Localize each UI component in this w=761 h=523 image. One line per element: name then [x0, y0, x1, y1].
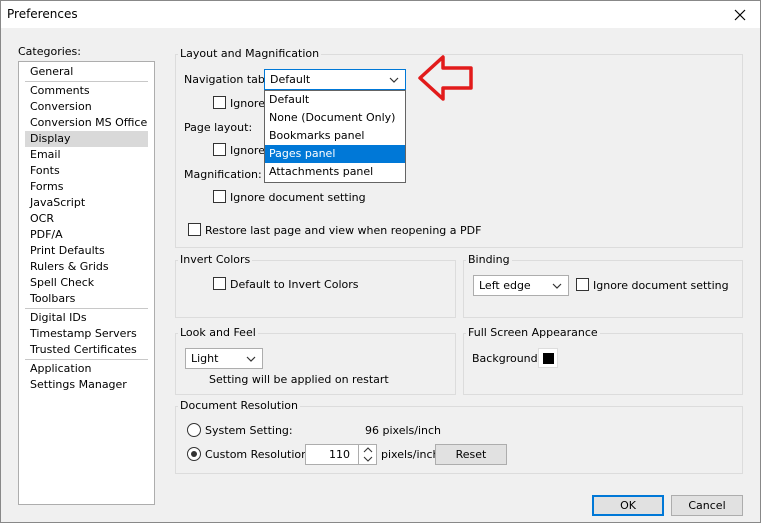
- invert-colors-checkbox[interactable]: [213, 277, 226, 290]
- background-color-swatch[interactable]: [538, 348, 558, 368]
- binding-ignore-checkbox[interactable]: [576, 278, 589, 291]
- ignore-nav-checkbox[interactable]: [213, 96, 226, 109]
- invert-colors-title: Invert Colors: [178, 253, 253, 266]
- restore-view-label: Restore last page and view when reopenin…: [205, 224, 482, 237]
- category-javascript[interactable]: JavaScript: [25, 195, 148, 211]
- ignore-magnification-checkbox[interactable]: [213, 190, 226, 203]
- category-trusted-certificates[interactable]: Trusted Certificates: [25, 342, 148, 358]
- category-comments[interactable]: Comments: [25, 83, 148, 99]
- binding-value: Left edge: [479, 279, 531, 292]
- layout-magnification-title: Layout and Magnification: [178, 47, 322, 60]
- red-arrow-icon: [418, 55, 473, 101]
- navigation-tab-value: Default: [270, 73, 311, 86]
- ignore-page-layout-checkbox[interactable]: [213, 143, 226, 156]
- dropdown-option-none[interactable]: None (Document Only): [265, 109, 405, 127]
- custom-resolution-label: Custom Resolution:: [205, 448, 312, 461]
- cancel-button[interactable]: Cancel: [671, 495, 743, 516]
- custom-resolution-radio[interactable]: [187, 447, 201, 461]
- document-resolution-title: Document Resolution: [178, 399, 300, 412]
- categories-label: Categories:: [18, 45, 81, 58]
- custom-resolution-value: 110: [329, 448, 350, 461]
- category-conversion[interactable]: Conversion: [25, 99, 148, 115]
- categories-list[interactable]: General Comments Conversion Conversion M…: [18, 61, 155, 505]
- ignore-magnification-label: Ignore document setting: [230, 191, 366, 204]
- navigation-tab-select[interactable]: Default: [264, 69, 406, 90]
- dropdown-option-pages[interactable]: Pages panel: [265, 145, 405, 163]
- system-setting-radio[interactable]: [187, 423, 201, 437]
- category-forms[interactable]: Forms: [25, 179, 148, 195]
- category-general[interactable]: General: [25, 64, 148, 80]
- category-timestamp-servers[interactable]: Timestamp Servers: [25, 326, 148, 342]
- restart-note: Setting will be applied on restart: [209, 373, 389, 386]
- preferences-window: Preferences Categories: General Comments…: [0, 0, 761, 523]
- category-pdfa[interactable]: PDF/A: [25, 227, 148, 243]
- category-separator: [25, 308, 148, 309]
- binding-select[interactable]: Left edge: [473, 275, 569, 296]
- look-feel-value: Light: [191, 352, 219, 365]
- ignore-page-layout-label: Ignore: [230, 144, 265, 157]
- invert-colors-label: Default to Invert Colors: [230, 278, 359, 291]
- reset-button[interactable]: Reset: [435, 444, 507, 465]
- navigation-tab-label: Navigation tab:: [184, 73, 269, 86]
- page-layout-label: Page layout:: [184, 121, 253, 134]
- category-rulers-grids[interactable]: Rulers & Grids: [25, 259, 148, 275]
- category-print-defaults[interactable]: Print Defaults: [25, 243, 148, 259]
- system-setting-value: 96 pixels/inch: [365, 424, 442, 437]
- ok-button[interactable]: OK: [592, 495, 664, 516]
- resolution-unit: pixels/inch: [381, 448, 440, 461]
- ignore-nav-label: Ignore: [230, 97, 265, 110]
- chevron-down-icon: [552, 283, 562, 289]
- dropdown-option-bookmarks[interactable]: Bookmarks panel: [265, 127, 405, 145]
- full-screen-title: Full Screen Appearance: [466, 326, 600, 339]
- binding-title: Binding: [466, 253, 512, 266]
- restore-view-checkbox[interactable]: [188, 223, 201, 236]
- background-label: Background:: [472, 352, 542, 365]
- binding-ignore-label: Ignore document setting: [593, 279, 729, 292]
- category-settings-manager[interactable]: Settings Manager: [25, 377, 148, 393]
- magnification-label: Magnification:: [184, 168, 262, 181]
- window-title: Preferences: [7, 7, 78, 21]
- category-display[interactable]: Display: [25, 131, 148, 147]
- look-feel-select[interactable]: Light: [185, 348, 263, 369]
- category-ocr[interactable]: OCR: [25, 211, 148, 227]
- dropdown-option-attachments[interactable]: Attachments panel: [265, 163, 405, 181]
- look-feel-title: Look and Feel: [178, 326, 258, 339]
- chevron-down-icon: [389, 77, 399, 83]
- custom-resolution-spinner[interactable]: 110: [305, 444, 377, 465]
- category-toolbars[interactable]: Toolbars: [25, 291, 148, 307]
- spin-arrows-icon: [363, 447, 373, 462]
- close-icon: [734, 9, 746, 20]
- chevron-down-icon: [246, 356, 256, 362]
- navigation-tab-dropdown[interactable]: Default None (Document Only) Bookmarks p…: [264, 90, 406, 183]
- category-spell-check[interactable]: Spell Check: [25, 275, 148, 291]
- system-setting-label: System Setting:: [205, 424, 293, 437]
- category-separator: [25, 359, 148, 360]
- close-button[interactable]: [720, 1, 760, 28]
- category-email[interactable]: Email: [25, 147, 148, 163]
- dropdown-option-default[interactable]: Default: [265, 91, 405, 109]
- category-conversion-ms-office[interactable]: Conversion MS Office: [25, 115, 148, 131]
- category-digital-ids[interactable]: Digital IDs: [25, 310, 148, 326]
- title-bar: Preferences: [1, 1, 760, 28]
- spinner-arrows[interactable]: [358, 445, 376, 464]
- category-application[interactable]: Application: [25, 361, 148, 377]
- category-fonts[interactable]: Fonts: [25, 163, 148, 179]
- category-separator: [25, 81, 148, 82]
